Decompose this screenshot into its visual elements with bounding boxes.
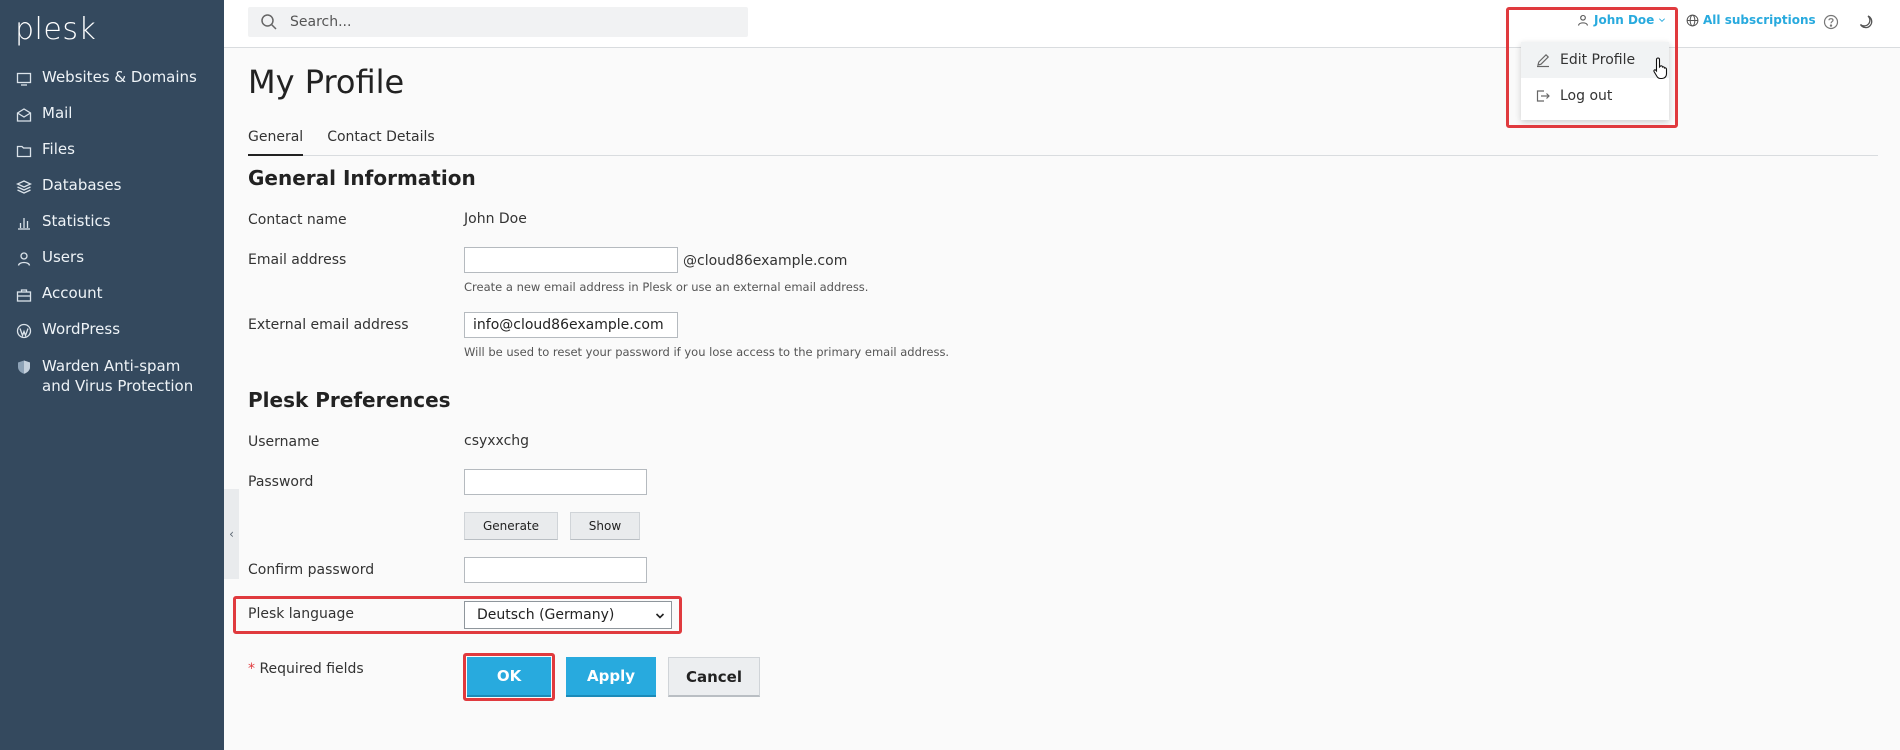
moon-icon[interactable] [1858,14,1874,30]
search-icon [261,14,277,30]
email-domain-suffix: @cloud86example.com [683,253,848,269]
apply-button[interactable]: Apply [566,657,656,697]
sidebar-item-label: Files [42,140,75,158]
highlight-ok-button [463,653,555,701]
contact-name-value: John Doe [464,211,527,227]
plesk-preferences-heading: Plesk Preferences [248,388,451,412]
password-label: Password [248,474,314,490]
general-information-heading: General Information [248,166,476,190]
sidebar-item-label: Statistics [42,212,111,230]
subscriptions-label: All subscriptions [1703,13,1816,27]
sidebar-item-mail[interactable]: Mail [0,104,224,140]
sidebar-item-wordpress[interactable]: WordPress [0,320,224,356]
wordpress-icon [16,323,32,339]
confirm-password-label: Confirm password [248,562,375,578]
email-address-label: Email address [248,252,347,268]
external-email-label: External email address [248,317,409,333]
monitor-icon [16,71,32,87]
sidebar-item-databases[interactable]: Databases [0,176,224,212]
username-label: Username [248,434,320,450]
tab-contact-details[interactable]: Contact Details [327,125,434,154]
required-fields-note: * Required fields [248,661,364,677]
sidebar-item-label: Users [42,248,85,266]
user-icon [16,251,32,267]
required-fields-label: Required fields [259,661,364,677]
sidebar-item-label: Warden Anti-spam and Virus Protection [42,357,194,395]
sidebar-item-account[interactable]: Account [0,284,224,320]
layers-icon [16,179,32,195]
sidebar-item-statistics[interactable]: Statistics [0,212,224,248]
sidebar: plesk Websites & Domains Mail Files Data… [0,0,224,750]
sidebar-item-label: Account [42,284,103,302]
mail-icon [16,107,32,123]
contact-name-label: Contact name [248,212,347,228]
email-address-input[interactable] [464,247,678,273]
briefcase-icon [16,287,32,303]
cancel-button[interactable]: Cancel [668,657,760,697]
tab-bar: General Contact Details [248,125,1878,156]
plesk-logo[interactable]: plesk [15,12,96,47]
highlight-language-row [233,596,682,634]
password-input[interactable] [464,469,647,495]
globe-icon [1686,14,1699,26]
sidebar-item-websites-domains[interactable]: Websites & Domains [0,68,224,104]
bar-chart-icon [16,215,32,231]
sidebar-item-warden[interactable]: Warden Anti-spam and Virus Protection [0,356,224,400]
external-email-input[interactable] [464,312,678,338]
help-icon[interactable] [1823,14,1839,30]
confirm-password-input[interactable] [464,557,647,583]
external-email-hint: Will be used to reset your password if y… [464,345,950,359]
search-input[interactable] [288,13,732,31]
username-value: csyxxchg [464,433,530,449]
pointer-cursor-icon [1653,57,1668,80]
show-password-button[interactable]: Show [570,512,640,540]
sidebar-item-label: Databases [42,176,122,194]
sidebar-item-users[interactable]: Users [0,248,224,284]
folder-icon [16,143,32,159]
sidebar-collapse-handle[interactable]: ‹ [224,489,239,579]
sidebar-nav: Websites & Domains Mail Files Databases … [0,68,224,400]
sidebar-item-files[interactable]: Files [0,140,224,176]
sidebar-item-label: Mail [42,104,73,122]
sidebar-item-label: Websites & Domains [42,68,197,86]
shield-icon [16,359,32,375]
email-address-hint: Create a new email address in Plesk or u… [464,280,869,294]
required-asterisk: * [248,661,255,677]
sidebar-item-label: WordPress [42,320,121,338]
generate-password-button[interactable]: Generate [464,512,558,540]
page-title: My Profile [248,63,405,101]
search-box[interactable] [248,7,748,37]
all-subscriptions-button[interactable]: All subscriptions [1686,13,1816,27]
tab-general[interactable]: General [248,125,304,156]
